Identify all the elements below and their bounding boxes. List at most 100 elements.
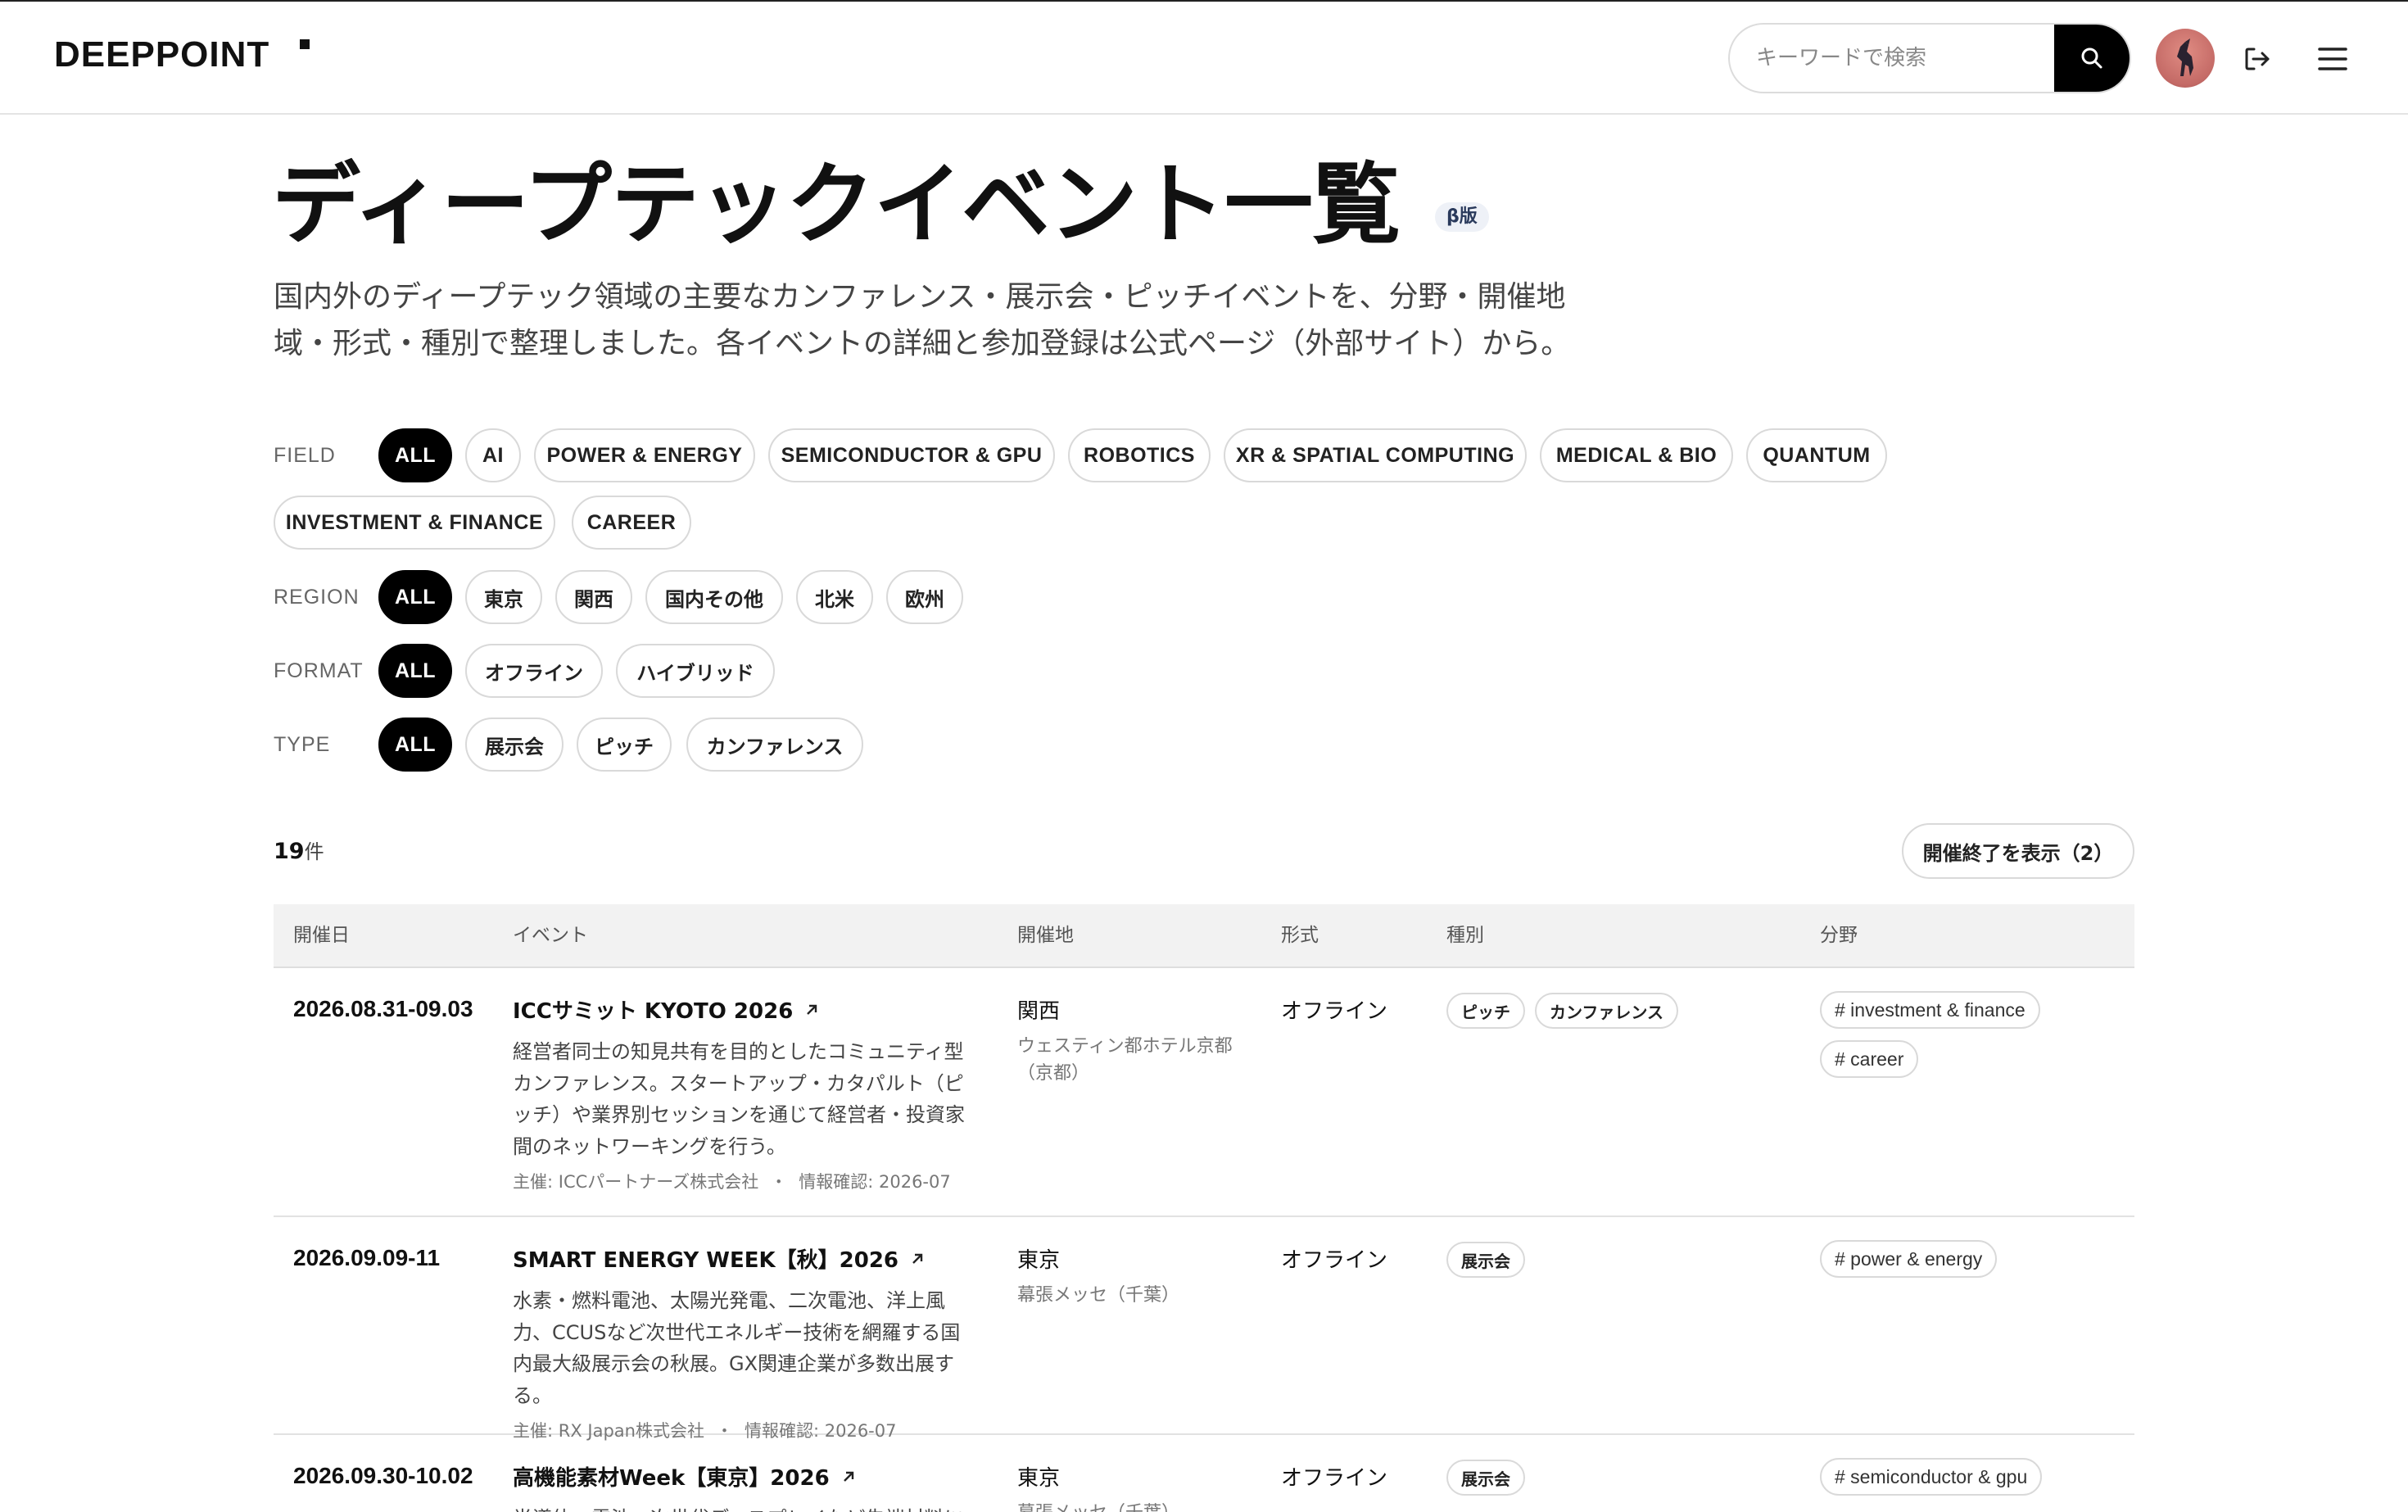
event-checked: 情報確認: 2026-07 bbox=[799, 1172, 951, 1192]
menu-icon[interactable] bbox=[2316, 44, 2349, 74]
field-tag[interactable]: # semiconductor & gpu bbox=[1820, 1458, 2043, 1496]
event-types: 展示会 bbox=[1446, 1460, 1525, 1496]
field-chip-medical-bio[interactable]: MEDICAL & BIO bbox=[1540, 428, 1733, 482]
field-chip-career[interactable]: CAREER bbox=[572, 496, 691, 550]
event-title: 高機能素材Week【東京】2026 bbox=[513, 1466, 830, 1491]
table-header: 開催日 イベント 開催地 形式 種別 分野 bbox=[274, 904, 2134, 968]
avatar[interactable] bbox=[2156, 29, 2215, 88]
event-organizer: 主催: ICCパートナーズ株式会社 bbox=[513, 1172, 759, 1192]
table-row: 2026.09.30-10.02 高機能素材Week【東京】2026 半導体、電… bbox=[274, 1435, 2134, 1512]
col-type: 種別 bbox=[1446, 925, 1484, 946]
format-chip-offline[interactable]: オフライン bbox=[465, 644, 603, 698]
field-tag[interactable]: # investment & finance bbox=[1820, 991, 2040, 1029]
event-format: オフライン bbox=[1281, 999, 1388, 1024]
event-title-link[interactable]: ICCサミット KYOTO 2026 bbox=[513, 994, 980, 1025]
event-description: 水素・燃料電池、太陽光発電、二次電池、洋上風力、CCUSなど次世代エネルギー技術… bbox=[513, 1289, 961, 1407]
external-link-icon bbox=[843, 1471, 853, 1482]
table-row: 2026.08.31-09.03 ICCサミット KYOTO 2026 経営者同… bbox=[274, 968, 2134, 1217]
location-cell: 関西 ウェスティン都ホテル京都（京都） bbox=[1017, 994, 1247, 1087]
event-types: ピッチ カンファレンス bbox=[1446, 993, 1678, 1029]
show-past-events-button[interactable]: 開催終了を表示（2） bbox=[1902, 823, 2134, 879]
field-chip-investment-finance[interactable]: INVESTMENT & FINANCE bbox=[274, 496, 555, 550]
filter-label-region: REGION bbox=[274, 586, 360, 609]
event-types: 展示会 bbox=[1446, 1242, 1525, 1278]
logo[interactable]: DEEPPOINT bbox=[54, 34, 269, 75]
field-chip-semiconductor-gpu[interactable]: SEMICONDUCTOR & GPU bbox=[768, 428, 1055, 482]
filter-label-type: TYPE bbox=[274, 733, 331, 756]
event-date: 2026.08.31-09.03 bbox=[293, 996, 473, 1021]
event-region: 関西 bbox=[1017, 999, 1061, 1024]
event-venue: ウェスティン都ホテル京都（京都） bbox=[1017, 1036, 1233, 1084]
format-chip-hybrid[interactable]: ハイブリッド bbox=[616, 644, 775, 698]
field-tag[interactable]: # career bbox=[1820, 1040, 1919, 1078]
filter-label-format: FORMAT bbox=[274, 659, 364, 682]
event-cell: SMART ENERGY WEEK【秋】2026 水素・燃料電池、太陽光発電、二… bbox=[513, 1243, 980, 1442]
event-fields: # semiconductor & gpu bbox=[1820, 1458, 2043, 1496]
col-field: 分野 bbox=[1820, 925, 1858, 946]
col-date: 開催日 bbox=[293, 925, 350, 946]
col-region: 開催地 bbox=[1017, 925, 1074, 946]
format-chip-all[interactable]: ALL bbox=[378, 644, 452, 698]
event-venue: 幕張メッセ（千葉） bbox=[1017, 1285, 1180, 1306]
event-meta: 主催: ICCパートナーズ株式会社・情報確認: 2026-07 bbox=[513, 1169, 980, 1193]
avatar-image bbox=[2177, 38, 2193, 76]
field-chip-all[interactable]: ALL bbox=[378, 428, 452, 482]
event-date: 2026.09.09-11 bbox=[293, 1245, 441, 1270]
type-tag: 展示会 bbox=[1446, 1460, 1525, 1496]
region-chip-all[interactable]: ALL bbox=[378, 570, 452, 624]
region-chip-north-america[interactable]: 北米 bbox=[796, 570, 873, 624]
region-chip-tokyo[interactable]: 東京 bbox=[465, 570, 542, 624]
event-region: 東京 bbox=[1017, 1466, 1061, 1491]
event-title-link[interactable]: SMART ENERGY WEEK【秋】2026 bbox=[513, 1243, 980, 1274]
type-chip-all[interactable]: ALL bbox=[378, 718, 452, 772]
table-row: 2026.09.09-11 SMART ENERGY WEEK【秋】2026 水… bbox=[274, 1217, 2134, 1441]
type-tag: ピッチ bbox=[1446, 993, 1525, 1029]
external-link-icon bbox=[807, 1004, 817, 1015]
location-cell: 東京 幕張メッセ（千葉） bbox=[1017, 1461, 1247, 1512]
event-description: 経営者同士の知見共有を目的としたコミュニティ型カンファレンス。スタートアップ・カ… bbox=[513, 1040, 965, 1158]
event-description: 半導体、電池、次世代ディスプレイなど先端材料に bbox=[513, 1503, 1021, 1512]
event-title: ICCサミット KYOTO 2026 bbox=[513, 999, 794, 1024]
field-chip-power-energy[interactable]: POWER & ENERGY bbox=[534, 428, 755, 482]
event-format: オフライン bbox=[1281, 1466, 1388, 1491]
page-title: ディープテックイベント一覧 bbox=[272, 154, 1401, 256]
logout-icon[interactable] bbox=[2241, 43, 2274, 75]
type-tag: カンファレンス bbox=[1535, 993, 1678, 1029]
meta-separator: ・ bbox=[770, 1172, 788, 1192]
event-region: 東京 bbox=[1017, 1248, 1061, 1273]
location-cell: 東京 幕張メッセ（千葉） bbox=[1017, 1243, 1247, 1309]
external-link-icon bbox=[912, 1253, 923, 1264]
event-title-link[interactable]: 高機能素材Week【東京】2026 bbox=[513, 1461, 1021, 1492]
result-count-unit: 件 bbox=[304, 840, 324, 863]
type-chip-exhibition[interactable]: 展示会 bbox=[465, 718, 564, 772]
event-fields: # power & energy bbox=[1820, 1240, 1998, 1278]
search-button[interactable] bbox=[2054, 25, 2130, 92]
region-chip-domestic-other[interactable]: 国内その他 bbox=[645, 570, 783, 624]
field-chip-ai[interactable]: AI bbox=[465, 428, 521, 482]
event-format: オフライン bbox=[1281, 1248, 1388, 1273]
search-box bbox=[1728, 23, 2131, 93]
field-chip-xr-spatial[interactable]: XR & SPATIAL COMPUTING bbox=[1224, 428, 1527, 482]
page-description: 国内外のディープテック領域の主要なカンファレンス・展示会・ピッチイベントを、分野… bbox=[274, 280, 1571, 360]
type-chip-pitch[interactable]: ピッチ bbox=[577, 718, 672, 772]
col-event: イベント bbox=[513, 925, 588, 946]
field-chip-robotics[interactable]: ROBOTICS bbox=[1068, 428, 1211, 482]
event-cell: 高機能素材Week【東京】2026 半導体、電池、次世代ディスプレイなど先端材料… bbox=[513, 1461, 1021, 1512]
site-header: DEEPPOINT bbox=[0, 2, 2408, 115]
result-count: 19件 bbox=[274, 835, 324, 864]
col-format: 形式 bbox=[1281, 925, 1319, 946]
field-chip-quantum[interactable]: QUANTUM bbox=[1746, 428, 1887, 482]
beta-badge: β版 bbox=[1435, 202, 1489, 232]
region-chip-kansai[interactable]: 関西 bbox=[555, 570, 632, 624]
event-date: 2026.09.30-10.02 bbox=[293, 1463, 473, 1488]
region-chip-europe[interactable]: 欧州 bbox=[886, 570, 963, 624]
result-count-value: 19 bbox=[274, 839, 305, 864]
field-tag[interactable]: # power & energy bbox=[1820, 1240, 1998, 1278]
event-cell: ICCサミット KYOTO 2026 経営者同士の知見共有を目的としたコミュニテ… bbox=[513, 994, 980, 1193]
event-fields: # investment & finance # career bbox=[1820, 991, 2040, 1078]
search-input[interactable] bbox=[1730, 25, 2056, 92]
type-chip-conference[interactable]: カンファレンス bbox=[686, 718, 863, 772]
logo-mark bbox=[300, 39, 310, 49]
search-icon bbox=[2081, 48, 2102, 69]
event-venue: 幕張メッセ（千葉） bbox=[1017, 1500, 1247, 1512]
